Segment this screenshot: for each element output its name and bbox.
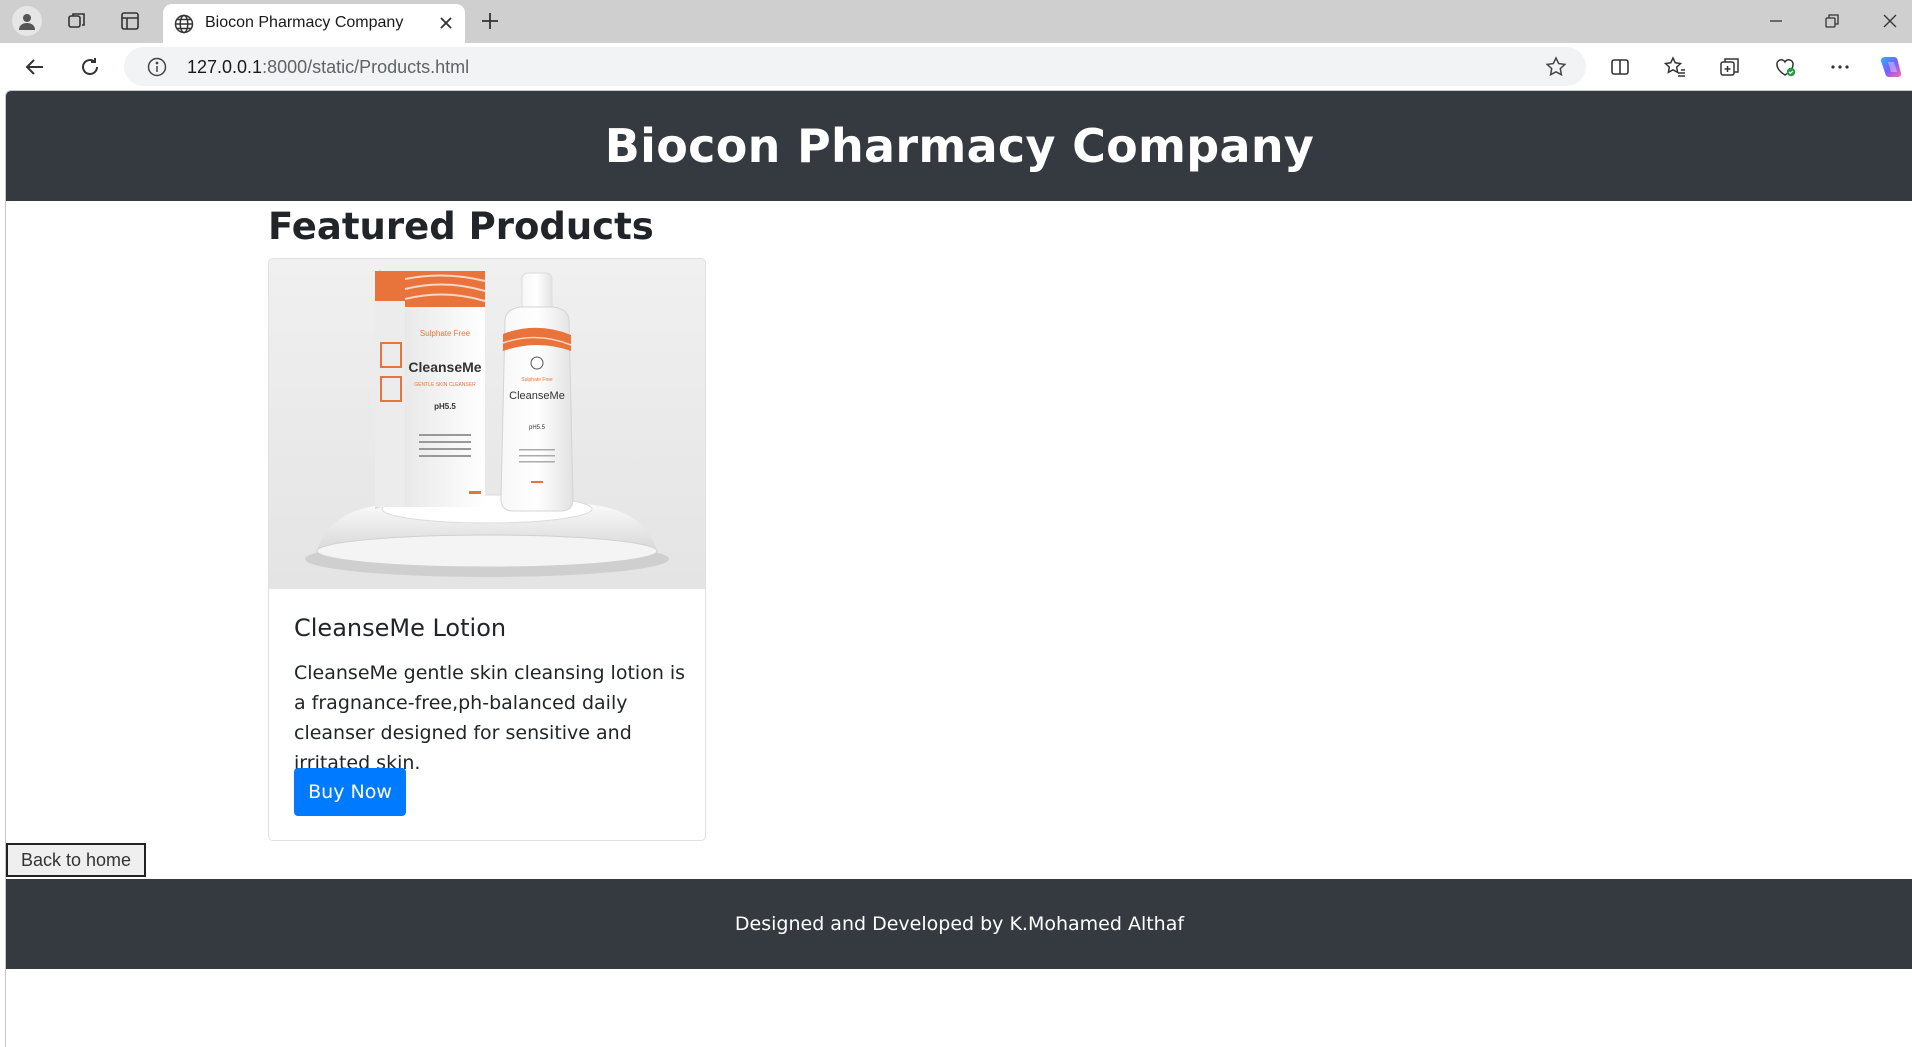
window-close-icon[interactable]: [1872, 8, 1908, 34]
site-info-icon[interactable]: [146, 56, 168, 82]
product-description: CleanseMe gentle skin cleansing lotion i…: [294, 662, 686, 774]
browser-essentials-icon[interactable]: [1770, 52, 1800, 82]
bottle-ph-text: pH5.5: [529, 425, 546, 431]
refresh-icon[interactable]: [75, 52, 105, 82]
tab-title: Biocon Pharmacy Company: [205, 14, 404, 31]
favorite-star-icon[interactable]: [1544, 55, 1568, 83]
restore-icon[interactable]: [1814, 8, 1850, 34]
buy-now-button[interactable]: Buy Now: [294, 768, 406, 816]
bottle-tag-text: Sulphate Free: [521, 377, 553, 383]
bottle-brand-text: CleanseMe: [509, 390, 565, 402]
footer-credit: Designed and Developed by K.Mohamed Alth…: [734, 913, 1185, 935]
active-tab[interactable]: Biocon Pharmacy Company: [163, 4, 465, 43]
browser-tab-strip: Biocon Pharmacy Company: [0, 0, 1912, 43]
tab-actions-icon[interactable]: [115, 7, 145, 35]
url-text[interactable]: 127.0.0.1:8000/static/Products.html: [187, 57, 469, 78]
workspaces-icon[interactable]: [62, 7, 92, 35]
site-header: Biocon Pharmacy Company: [6, 91, 1912, 201]
product-card: Sulphate Free CleanseMe GENTLE SKIN CLEA…: [268, 258, 706, 841]
image-brand-text: CleanseMe: [408, 359, 481, 375]
profile-icon[interactable]: [12, 6, 42, 36]
site-footer: Designed and Developed by K.Mohamed Alth…: [6, 879, 1912, 969]
image-ph-text: pH5.5: [434, 402, 456, 411]
product-image: Sulphate Free CleanseMe GENTLE SKIN CLEA…: [269, 259, 705, 589]
address-bar[interactable]: 127.0.0.1:8000/static/Products.html: [124, 47, 1586, 86]
more-icon[interactable]: [1825, 52, 1855, 82]
globe-icon: [173, 13, 195, 39]
collections-icon[interactable]: [1715, 52, 1745, 82]
image-subtitle-text: GENTLE SKIN CLEANSER: [414, 382, 476, 388]
copilot-icon[interactable]: [1876, 52, 1906, 82]
favorites-icon[interactable]: [1660, 52, 1690, 82]
page-viewport: Biocon Pharmacy Company Featured Product…: [5, 90, 1912, 1047]
minimize-icon[interactable]: [1758, 8, 1794, 34]
url-host: 127.0.0.1: [187, 57, 263, 77]
browser-toolbar: 127.0.0.1:8000/static/Products.html: [0, 43, 1912, 90]
new-tab-icon[interactable]: [475, 7, 505, 35]
site-title: Biocon Pharmacy Company: [604, 119, 1315, 173]
close-icon[interactable]: [437, 14, 455, 36]
featured-products-heading: Featured Products: [268, 205, 654, 248]
split-screen-icon[interactable]: [1605, 52, 1635, 82]
back-to-home-button[interactable]: Back to home: [6, 843, 146, 877]
url-path: :8000/static/Products.html: [262, 57, 470, 77]
image-tag-text: Sulphate Free: [420, 329, 471, 338]
product-title: CleanseMe Lotion: [294, 614, 507, 642]
back-icon[interactable]: [20, 52, 50, 82]
